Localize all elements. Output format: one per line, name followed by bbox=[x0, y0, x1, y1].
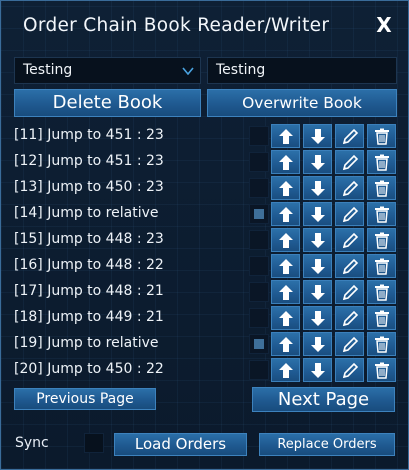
order-select-box[interactable] bbox=[249, 256, 269, 276]
arrow-down-button[interactable] bbox=[303, 202, 332, 226]
order-row: [13] Jump to 450 : 23 bbox=[1, 176, 408, 202]
next-page-button[interactable]: Next Page bbox=[252, 387, 395, 412]
order-label: [15] Jump to 448 : 23 bbox=[14, 231, 164, 247]
order-label: [13] Jump to 450 : 23 bbox=[14, 179, 164, 195]
order-row: [17] Jump to 448 : 21 bbox=[1, 280, 408, 306]
arrow-up-button[interactable] bbox=[271, 306, 300, 330]
order-row: [16] Jump to 448 : 22 bbox=[1, 254, 408, 280]
load-orders-button[interactable]: Load Orders bbox=[114, 433, 247, 456]
trash-button[interactable] bbox=[367, 358, 396, 382]
order-select-box[interactable] bbox=[249, 308, 269, 328]
book-name-value: Testing bbox=[216, 62, 266, 78]
pencil-button[interactable] bbox=[335, 228, 364, 252]
close-button[interactable]: X bbox=[373, 13, 395, 37]
replace-orders-button[interactable]: Replace Orders bbox=[259, 433, 395, 456]
order-select-box[interactable] bbox=[249, 360, 269, 380]
order-label: [18] Jump to 449 : 21 bbox=[14, 309, 164, 325]
pencil-button[interactable] bbox=[335, 332, 364, 356]
arrow-up-button[interactable] bbox=[271, 150, 300, 174]
order-select-box[interactable] bbox=[249, 126, 269, 146]
order-select-box[interactable] bbox=[249, 334, 269, 354]
order-label: [12] Jump to 451 : 23 bbox=[14, 153, 164, 169]
pencil-button[interactable] bbox=[335, 254, 364, 278]
window-title: Order Chain Book Reader/Writer bbox=[23, 15, 330, 36]
arrow-down-button[interactable] bbox=[303, 332, 332, 356]
book-select-value: Testing bbox=[23, 62, 73, 78]
trash-button[interactable] bbox=[367, 124, 396, 148]
trash-button[interactable] bbox=[367, 332, 396, 356]
order-chain-window: Order Chain Book Reader/Writer X Testing… bbox=[0, 0, 409, 470]
book-select-dropdown[interactable]: Testing bbox=[14, 57, 201, 84]
chevron-down-icon bbox=[182, 67, 194, 75]
pencil-button[interactable] bbox=[335, 176, 364, 200]
arrow-down-button[interactable] bbox=[303, 228, 332, 252]
delete-book-button[interactable]: Delete Book bbox=[14, 89, 201, 117]
arrow-up-button[interactable] bbox=[271, 176, 300, 200]
trash-button[interactable] bbox=[367, 176, 396, 200]
trash-button[interactable] bbox=[367, 202, 396, 226]
arrow-down-button[interactable] bbox=[303, 254, 332, 278]
trash-button[interactable] bbox=[367, 280, 396, 304]
order-select-box[interactable] bbox=[249, 152, 269, 172]
pencil-button[interactable] bbox=[335, 150, 364, 174]
arrow-up-button[interactable] bbox=[271, 228, 300, 252]
order-row: [20] Jump to 450 : 22 bbox=[1, 358, 408, 384]
arrow-up-button[interactable] bbox=[271, 202, 300, 226]
arrow-down-button[interactable] bbox=[303, 280, 332, 304]
sync-checkbox[interactable] bbox=[84, 433, 104, 453]
order-row: [19] Jump to relative bbox=[1, 332, 408, 358]
order-label: [16] Jump to 448 : 22 bbox=[14, 257, 164, 273]
order-label: [20] Jump to 450 : 22 bbox=[14, 361, 164, 377]
arrow-down-button[interactable] bbox=[303, 150, 332, 174]
order-label: [14] Jump to relative bbox=[14, 205, 159, 221]
arrow-down-button[interactable] bbox=[303, 306, 332, 330]
order-row: [15] Jump to 448 : 23 bbox=[1, 228, 408, 254]
arrow-up-button[interactable] bbox=[271, 280, 300, 304]
arrow-down-button[interactable] bbox=[303, 124, 332, 148]
pencil-button[interactable] bbox=[335, 306, 364, 330]
pencil-button[interactable] bbox=[335, 124, 364, 148]
arrow-up-button[interactable] bbox=[271, 254, 300, 278]
pencil-button[interactable] bbox=[335, 202, 364, 226]
order-row: [11] Jump to 451 : 23 bbox=[1, 124, 408, 150]
arrow-up-button[interactable] bbox=[271, 358, 300, 382]
order-select-box[interactable] bbox=[249, 230, 269, 250]
trash-button[interactable] bbox=[367, 306, 396, 330]
arrow-up-button[interactable] bbox=[271, 124, 300, 148]
arrow-down-button[interactable] bbox=[303, 358, 332, 382]
arrow-down-button[interactable] bbox=[303, 176, 332, 200]
pencil-button[interactable] bbox=[335, 280, 364, 304]
pencil-button[interactable] bbox=[335, 358, 364, 382]
trash-button[interactable] bbox=[367, 150, 396, 174]
trash-button[interactable] bbox=[367, 228, 396, 252]
order-select-box[interactable] bbox=[249, 178, 269, 198]
overwrite-book-button[interactable]: Overwrite Book bbox=[207, 89, 397, 117]
trash-button[interactable] bbox=[367, 254, 396, 278]
order-row: [14] Jump to relative bbox=[1, 202, 408, 228]
order-row: [12] Jump to 451 : 23 bbox=[1, 150, 408, 176]
order-select-box[interactable] bbox=[249, 282, 269, 302]
order-label: [11] Jump to 451 : 23 bbox=[14, 127, 164, 143]
arrow-up-button[interactable] bbox=[271, 332, 300, 356]
order-label: [19] Jump to relative bbox=[14, 335, 159, 351]
book-name-input[interactable]: Testing bbox=[207, 57, 397, 84]
order-select-box[interactable] bbox=[249, 204, 269, 224]
title-bar: Order Chain Book Reader/Writer X bbox=[1, 1, 408, 53]
sync-label: Sync bbox=[15, 435, 49, 451]
order-row: [18] Jump to 449 : 21 bbox=[1, 306, 408, 332]
order-label: [17] Jump to 448 : 21 bbox=[14, 283, 164, 299]
previous-page-button[interactable]: Previous Page bbox=[14, 388, 156, 410]
